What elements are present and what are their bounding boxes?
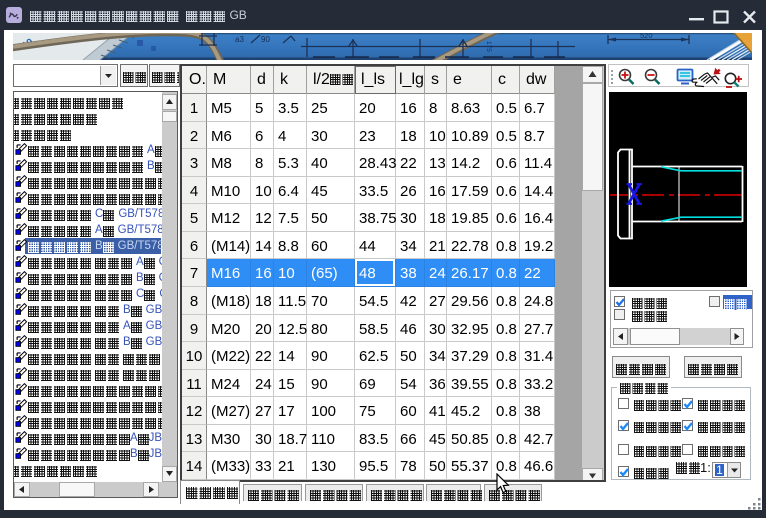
svg-text:90: 90 (261, 35, 270, 44)
svg-text:175: 175 (485, 41, 492, 52)
svg-text:520: 520 (640, 33, 653, 40)
svg-text:a3: a3 (235, 35, 244, 44)
